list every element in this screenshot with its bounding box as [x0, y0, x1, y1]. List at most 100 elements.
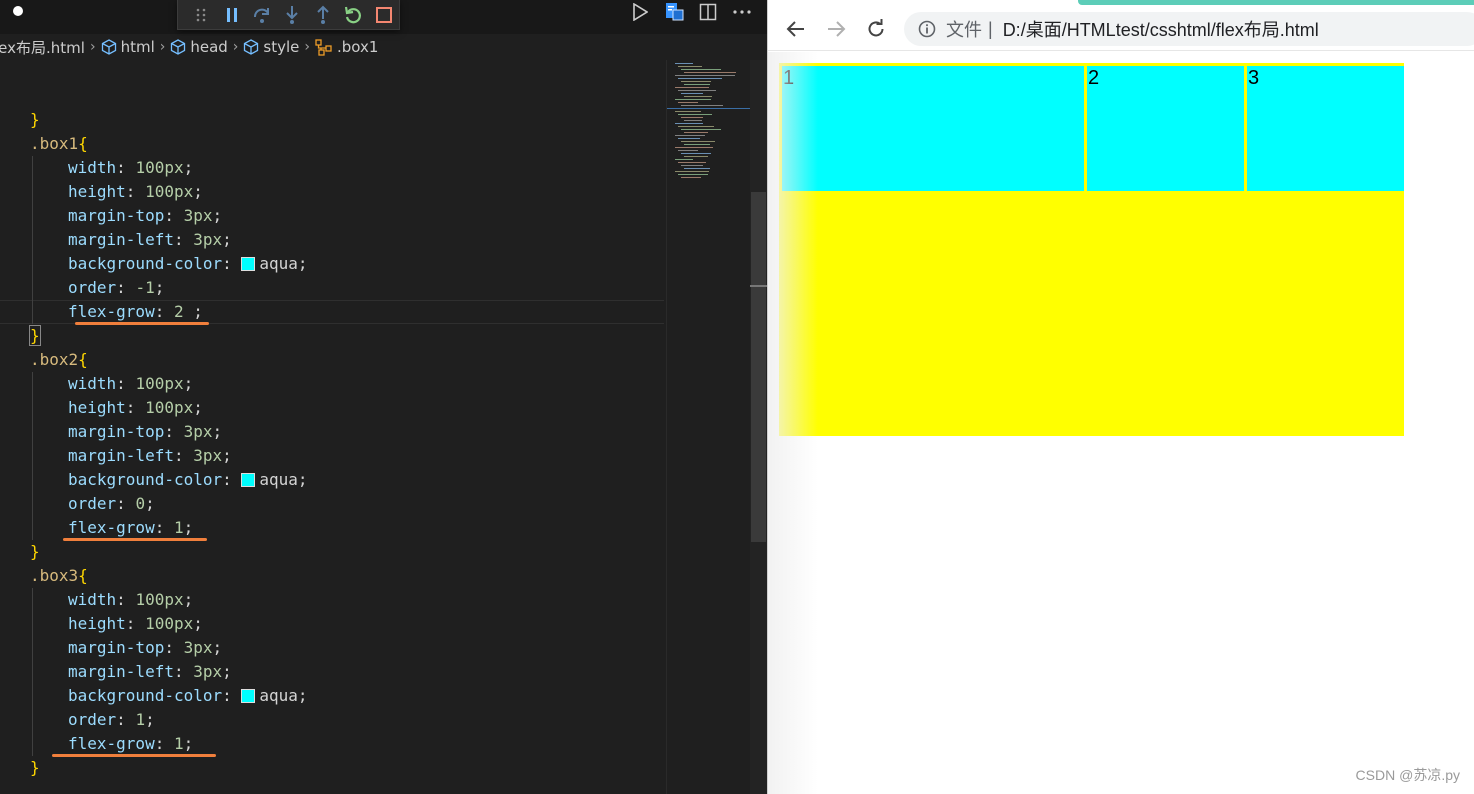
css-value: 3px: [193, 446, 223, 465]
css-value: 1: [135, 710, 146, 729]
split-editor-icon[interactable]: [697, 1, 719, 23]
box-label: 2: [1087, 67, 1100, 89]
breadcrumb-head[interactable]: head: [170, 38, 228, 56]
css-value: 100px: [135, 590, 184, 609]
colon: :: [125, 182, 146, 201]
forward-arrow-icon[interactable]: [822, 15, 850, 43]
colon: :: [116, 374, 136, 393]
minimap-line: [681, 129, 721, 130]
css-property: margin-top: [68, 206, 165, 225]
css-selector: .box2: [30, 350, 79, 369]
code-area[interactable]: } .box1{width: 100px; height: 100px; margin…: [0, 60, 664, 794]
semicolon: ;: [183, 158, 194, 177]
minimap-viewport[interactable]: [667, 108, 751, 109]
code-line: flex-grow: 2 ;: [0, 300, 664, 324]
code-line: }: [0, 756, 664, 780]
browser-toolbar: 文件 | D:/桌面/HTMLtest/csshtml/flex布局.html: [768, 5, 1474, 51]
css-property: width: [68, 590, 117, 609]
minimap[interactable]: [666, 60, 751, 794]
colon: :: [116, 158, 136, 177]
breadcrumb-label: style: [263, 38, 300, 56]
semicolon: ;: [297, 254, 308, 273]
info-icon[interactable]: [918, 20, 936, 38]
semicolon: ;: [183, 734, 194, 753]
minimap-line: [675, 87, 709, 88]
semicolon: ;: [183, 590, 194, 609]
css-value: 3px: [183, 206, 213, 225]
box-label: 1: [783, 67, 795, 89]
minimap-line: [675, 123, 703, 124]
css-property: margin-left: [68, 662, 174, 681]
box-label: 3: [1247, 67, 1260, 89]
semicolon: ;: [193, 398, 203, 417]
colon: :: [164, 206, 184, 225]
css-property: height: [68, 398, 126, 417]
minimap-line: [675, 159, 693, 160]
colon: :: [154, 302, 174, 321]
colon: :: [116, 590, 136, 609]
run-icon[interactable]: [629, 1, 651, 23]
step-over-icon[interactable]: [247, 1, 277, 29]
color-swatch-icon: [241, 473, 256, 487]
more-actions-icon[interactable]: [731, 1, 753, 23]
minimap-line: [681, 117, 703, 118]
css-value: -1: [135, 278, 155, 297]
colon: :: [116, 710, 136, 729]
minimap-line: [681, 105, 723, 106]
colon: :: [222, 470, 242, 489]
colon: :: [164, 422, 184, 441]
css-property: margin-left: [68, 446, 174, 465]
closing-brace: }: [30, 758, 40, 777]
step-out-icon[interactable]: [308, 1, 338, 29]
minimap-line: [675, 99, 711, 100]
reload-icon[interactable]: [862, 15, 890, 43]
breadcrumb-html[interactable]: html: [101, 38, 155, 56]
breadcrumb-file[interactable]: lex布局.html: [0, 37, 85, 58]
code-line: order: -1;: [0, 276, 664, 300]
back-arrow-icon[interactable]: [782, 15, 810, 43]
chevron-right-icon: ›: [232, 39, 239, 55]
drag-handle-icon[interactable]: [186, 1, 216, 29]
css-property: background-color: [68, 686, 223, 705]
semicolon: ;: [222, 446, 232, 465]
restart-icon[interactable]: [338, 1, 368, 29]
colon: :: [116, 278, 136, 297]
minimap-line: [678, 162, 706, 163]
minimap-line: [681, 141, 715, 142]
preview-icon[interactable]: [663, 1, 685, 23]
pause-icon[interactable]: [216, 1, 246, 29]
minimap-line: [678, 126, 714, 127]
minimap-line: [684, 84, 710, 85]
address-bar[interactable]: 文件 | D:/桌面/HTMLtest/csshtml/flex布局.html: [904, 12, 1474, 46]
colon: :: [116, 494, 136, 513]
opening-brace: {: [78, 134, 88, 153]
cube-icon: [171, 39, 186, 55]
css-property: flex-grow: [68, 734, 155, 753]
semicolon: ;: [212, 638, 223, 657]
code-line: width: 100px;: [0, 372, 664, 396]
minimap-line: [678, 114, 712, 115]
colon: :: [154, 518, 174, 537]
flex-box-2: 2: [1086, 66, 1244, 191]
semicolon: ;: [297, 470, 308, 489]
minimap-line: [681, 153, 711, 154]
scrollbar-thumb[interactable]: [751, 192, 766, 542]
css-property: flex-grow: [68, 302, 155, 321]
stop-icon[interactable]: [369, 1, 399, 29]
code-line: height: 100px;: [0, 396, 664, 420]
step-into-icon[interactable]: [277, 1, 307, 29]
chevron-right-icon: ›: [159, 39, 166, 55]
colon: :: [173, 446, 194, 465]
chevron-right-icon: ›: [89, 39, 96, 55]
code-line: .box2{: [0, 348, 664, 372]
breadcrumb-style[interactable]: style: [243, 38, 299, 56]
minimap-line: [681, 69, 721, 70]
semicolon: ;: [183, 518, 194, 537]
minimap-line: [678, 66, 702, 67]
css-value: 1: [173, 734, 184, 753]
breadcrumb-selector[interactable]: .box1: [315, 38, 378, 56]
unsaved-dot-icon[interactable]: [13, 6, 23, 16]
css-value: 3px: [183, 422, 213, 441]
minimap-line: [678, 150, 698, 151]
indent-guide: [32, 588, 33, 756]
